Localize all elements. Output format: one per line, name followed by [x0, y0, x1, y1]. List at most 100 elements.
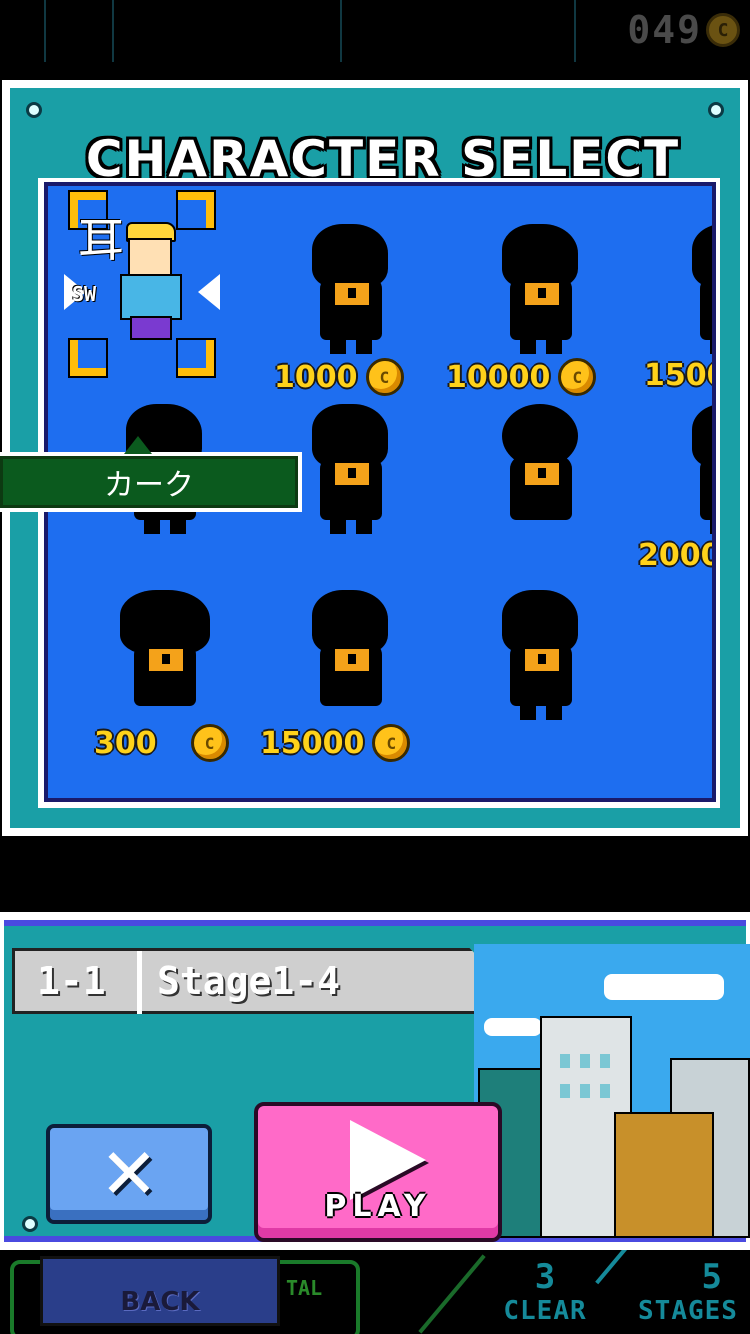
locked-character-slot[interactable]: 2000	[638, 396, 712, 573]
stage-id: 1-1	[37, 959, 106, 1003]
sil-leg	[144, 514, 160, 534]
bottom-badge: TAL	[286, 1276, 323, 1300]
character-silhouette	[116, 590, 212, 722]
building	[614, 1112, 714, 1238]
window	[560, 1054, 570, 1068]
sil-body	[700, 276, 712, 340]
character-silhouette	[682, 224, 712, 356]
bottom-bar: BACK TAL 3 CLEAR 5 STAGES	[0, 1250, 750, 1334]
top-bar: 049 C	[0, 0, 750, 80]
stage-title-bar: 1-1 Stage1-4	[12, 948, 532, 1014]
divider	[418, 1254, 486, 1334]
play-icon	[350, 1120, 426, 1200]
locked-character-slot[interactable]: 15000 C	[260, 582, 434, 762]
clear-stat: 3 CLEAR	[500, 1258, 590, 1326]
selection-corner	[70, 340, 106, 376]
character-silhouette	[302, 590, 398, 722]
character-sprite	[116, 222, 186, 342]
sil-body	[700, 456, 712, 520]
play-button[interactable]: PLAY	[254, 1102, 502, 1242]
lock-keyhole	[162, 654, 170, 664]
window	[600, 1084, 610, 1098]
selected-character[interactable]: 耳 SW	[64, 192, 220, 376]
divider	[574, 0, 576, 62]
selection-corner	[178, 340, 214, 376]
stage-name: Stage1-4	[157, 959, 341, 1003]
locked-character-slot[interactable]: 1500	[644, 216, 712, 393]
lock-icon	[332, 630, 372, 674]
sil-leg	[330, 514, 346, 534]
rivet-icon	[708, 102, 724, 118]
lock-icon	[522, 444, 562, 488]
stage-panel: 1-1 Stage1-4 ✕ PLAY	[0, 912, 750, 1250]
price-value: 10000	[446, 359, 551, 395]
lock-icon	[146, 630, 186, 674]
price-tag: 1000 C	[274, 358, 454, 396]
price-value: 2000	[638, 538, 712, 573]
lock-keyhole	[538, 288, 546, 298]
rivet-icon	[26, 102, 42, 118]
lock-keyhole	[538, 654, 546, 664]
window	[580, 1054, 590, 1068]
coin-icon: C	[372, 724, 411, 762]
stage-panel-body: 1-1 Stage1-4 ✕ PLAY	[4, 920, 750, 1242]
cloud	[484, 1018, 542, 1036]
lock-icon	[332, 264, 372, 308]
stages-value: 5	[701, 1257, 722, 1297]
price-value: 1500	[644, 358, 712, 393]
sil-leg	[546, 700, 562, 720]
sil-leg	[170, 514, 186, 534]
rivet-icon	[22, 1216, 38, 1232]
back-button[interactable]: BACK	[40, 1256, 280, 1326]
lock-icon	[332, 444, 372, 488]
stage-preview-image	[474, 944, 750, 1238]
sil-leg	[356, 334, 372, 354]
locked-character-slot[interactable]: 1000 C	[274, 216, 434, 396]
window	[580, 1084, 590, 1098]
cancel-button[interactable]: ✕	[46, 1124, 212, 1224]
lock-keyhole	[348, 288, 356, 298]
arrow-right-icon	[198, 274, 220, 310]
sil-leg	[710, 514, 712, 534]
coin-counter: 049 C	[627, 8, 740, 52]
character-silhouette	[492, 224, 588, 356]
price-tag: 1500	[644, 358, 712, 393]
window	[600, 1054, 610, 1068]
character-name-tag: カーク	[0, 436, 302, 512]
sil-leg	[546, 334, 562, 354]
character-name: カーク	[104, 468, 194, 503]
character-select-panel: CHARACTER SELECT 耳 SW 1000 C 10000 C 150…	[0, 80, 748, 836]
stages-label: STAGES	[638, 1296, 738, 1326]
price-tag: 300 C	[94, 724, 274, 762]
name-tag-notch	[124, 436, 152, 454]
price-value: 15000	[260, 725, 365, 761]
character-silhouette	[492, 404, 588, 536]
sil-leg	[356, 514, 372, 534]
locked-character-slot[interactable]: 10000 C	[446, 216, 624, 396]
clear-label: CLEAR	[503, 1296, 587, 1326]
sil-leg	[710, 334, 712, 354]
character-silhouette	[682, 404, 712, 536]
price-value: 1000	[274, 359, 358, 395]
coin-icon: C	[190, 724, 229, 762]
coin-icon: C	[706, 13, 740, 47]
divider	[44, 0, 46, 62]
lock-keyhole	[348, 468, 356, 478]
coat	[120, 274, 182, 320]
price-tag: 15000 C	[260, 724, 440, 762]
sil-leg	[520, 700, 536, 720]
price-tag: 2000	[638, 538, 712, 573]
window	[560, 1084, 570, 1098]
character-tag: SW	[72, 282, 97, 306]
pants	[130, 316, 172, 340]
character-silhouette	[302, 404, 398, 536]
locked-character-slot[interactable]	[464, 396, 624, 566]
coin-icon: C	[558, 358, 597, 396]
locked-character-slot[interactable]	[464, 582, 624, 752]
play-label: PLAY	[324, 1189, 432, 1224]
locked-character-slot[interactable]: 300 C	[88, 582, 248, 762]
back-label: BACK	[120, 1287, 200, 1317]
close-icon: ✕	[99, 1133, 159, 1215]
price-tag: 10000 C	[446, 358, 626, 396]
character-silhouette	[492, 590, 588, 722]
